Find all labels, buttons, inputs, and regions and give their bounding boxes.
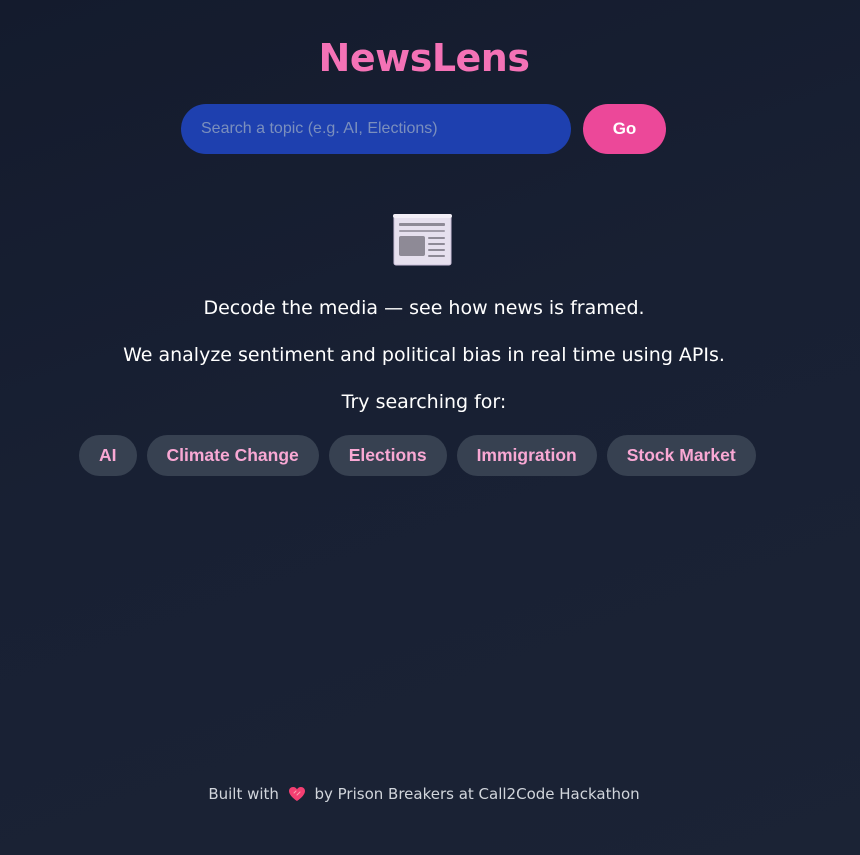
suggestion-chip-climate-change[interactable]: Climate Change — [146, 435, 319, 476]
footer-credit: by Prison Breakers at Call2Code Hackatho… — [314, 785, 640, 803]
suggestions-heading: Try searching for: — [341, 391, 507, 413]
newspaper-icon — [393, 214, 452, 266]
search-input[interactable] — [181, 104, 571, 154]
suggestion-chip-stock-market[interactable]: Stock Market — [606, 435, 756, 476]
footer: Built with by Prison Breakers at Call2Co… — [0, 785, 848, 803]
tagline-primary: Decode the media — see how news is frame… — [203, 297, 645, 319]
suggestion-chip-elections[interactable]: Elections — [328, 435, 447, 476]
app-title: NewsLens — [318, 36, 530, 80]
tagline-secondary: We analyze sentiment and political bias … — [123, 344, 725, 366]
heart-icon — [288, 787, 305, 801]
footer-prefix: Built with — [208, 785, 279, 803]
search-bar: Go — [181, 104, 666, 154]
suggestion-chip-ai[interactable]: AI — [79, 435, 137, 476]
suggestion-chips: AI Climate Change Elections Immigration … — [79, 435, 756, 476]
suggestion-chip-immigration[interactable]: Immigration — [456, 435, 597, 476]
go-button[interactable]: Go — [583, 104, 666, 154]
